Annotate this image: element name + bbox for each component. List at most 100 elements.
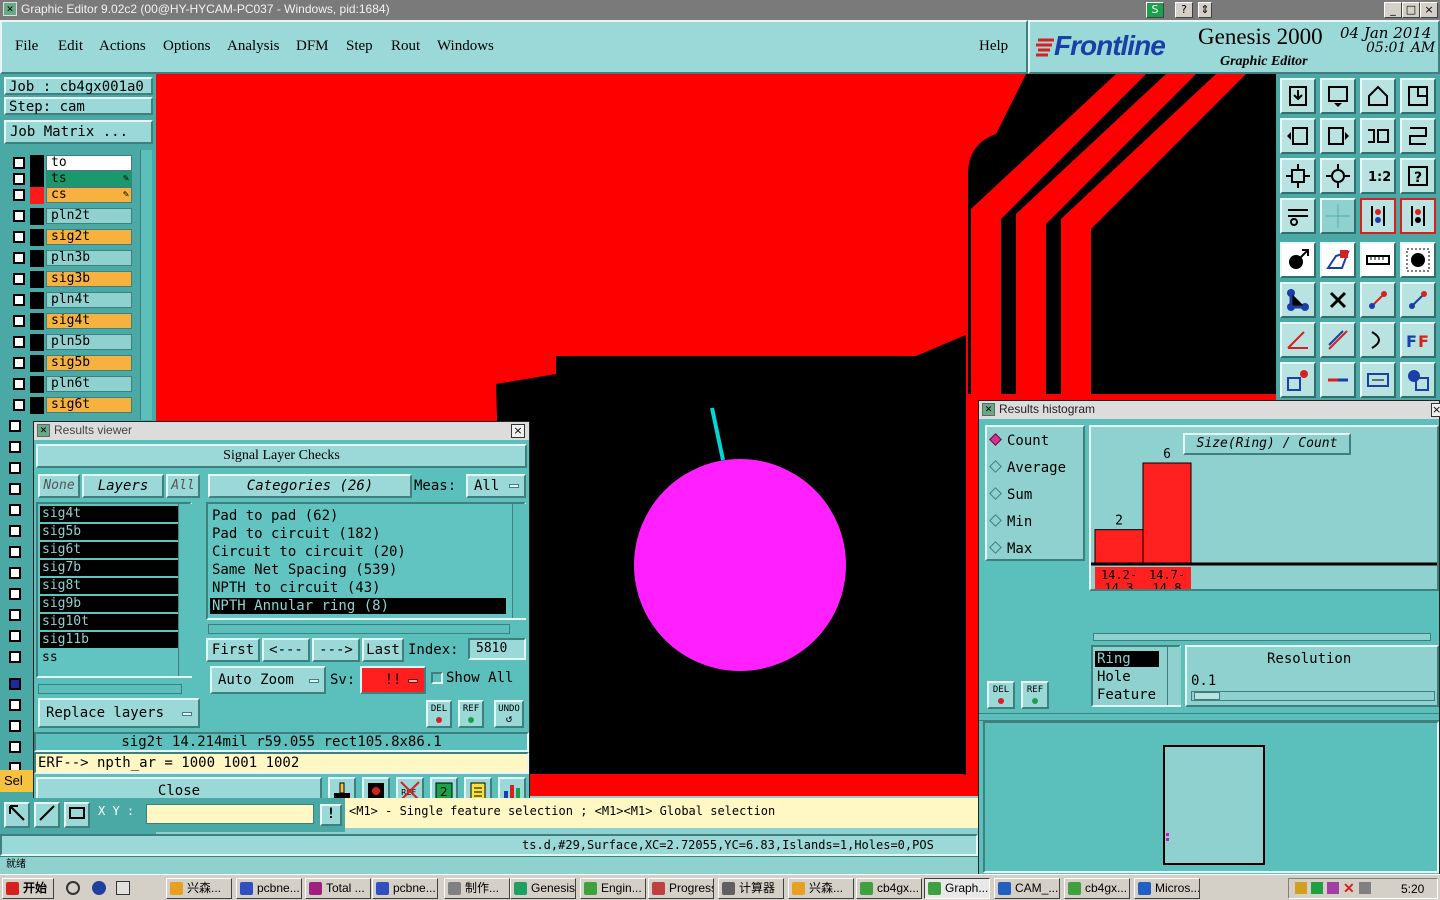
grid-icon[interactable]	[1320, 198, 1356, 234]
zoom-house-icon[interactable]	[1360, 78, 1396, 114]
taskbar-item[interactable]: 计算器	[718, 878, 784, 899]
close-window-button[interactable]: ×	[1420, 2, 1438, 18]
index-input[interactable]: 5810	[468, 638, 526, 660]
menu-analysis[interactable]: Analysis	[227, 38, 280, 55]
menu-actions[interactable]: Actions	[99, 38, 146, 55]
tray-app-icon[interactable]	[1311, 882, 1323, 894]
layer-checkbox[interactable]	[6, 459, 24, 477]
dimension-icon[interactable]	[1360, 362, 1396, 398]
taskbar-item[interactable]: 兴森...	[166, 878, 232, 899]
select-arrow-icon[interactable]	[4, 802, 30, 828]
zoom-home-icon[interactable]	[1280, 78, 1316, 114]
snap-red-icon[interactable]	[1360, 198, 1396, 234]
layers-tab-button[interactable]: Layers	[82, 474, 164, 498]
layer-checkbox[interactable]	[6, 738, 24, 756]
clock-icon[interactable]	[66, 881, 80, 895]
measure-hole-item[interactable]: Hole	[1095, 669, 1159, 685]
layer-checkbox[interactable]	[6, 480, 24, 498]
job-matrix-button[interactable]: Job Matrix ...	[4, 120, 153, 144]
layer-checkbox-active[interactable]	[6, 675, 24, 693]
mode-count-radio[interactable]: Count	[989, 433, 1049, 449]
net-connect-icon[interactable]	[1280, 282, 1316, 318]
taskbar-item[interactable]: cb4gx...	[1064, 878, 1130, 899]
tray-x-icon[interactable]: ✕	[1343, 880, 1355, 897]
sel-tab[interactable]: Sel	[0, 770, 34, 792]
layer-checkbox[interactable]	[6, 522, 24, 540]
layer-row-sig4t[interactable]: sig4t	[10, 313, 132, 330]
undo-button[interactable]: UNDO ↺	[494, 700, 524, 728]
layer-row-to[interactable]: to	[10, 155, 132, 172]
pan-right-icon[interactable]	[1320, 118, 1356, 154]
pad-select-icon[interactable]	[1280, 362, 1316, 398]
category-item[interactable]: Pad to circuit (182)	[210, 526, 506, 542]
replace-layers-dropdown[interactable]: Replace layers	[38, 698, 200, 728]
menu-step[interactable]: Step	[346, 38, 373, 55]
menu-edit[interactable]: Edit	[58, 38, 83, 55]
menu-dfm[interactable]: DFM	[296, 38, 329, 55]
cross-icon[interactable]	[1320, 282, 1356, 318]
list-item[interactable]: sig8t	[40, 578, 178, 594]
grid-tool-icon[interactable]	[64, 802, 90, 828]
taskbar-item[interactable]: pcbne...	[236, 878, 302, 899]
taskbar-item[interactable]: Progress	[648, 878, 714, 899]
menu-windows[interactable]: Windows	[437, 38, 494, 55]
line-points-alt-icon[interactable]	[1400, 282, 1436, 318]
layer-row-pln5b[interactable]: pln5b	[10, 334, 132, 351]
redraw-icon[interactable]	[1400, 118, 1436, 154]
pan-left-icon[interactable]	[1280, 118, 1316, 154]
pane-divider[interactable]	[979, 713, 1439, 721]
xy-input[interactable]	[146, 804, 314, 824]
list-item[interactable]: ss	[40, 650, 178, 666]
measure-feature-item[interactable]: Feature	[1095, 687, 1159, 703]
edit-tool-icon[interactable]	[34, 802, 60, 828]
select-point-icon[interactable]	[1280, 242, 1316, 278]
taskbar-item[interactable]: Total ...	[305, 878, 371, 899]
category-item[interactable]: Pad to pad (62)	[210, 508, 506, 524]
severity-dropdown[interactable]: !!	[360, 666, 426, 694]
tray-app-icon[interactable]	[1327, 882, 1339, 894]
taskbar-item[interactable]: Graph...	[924, 878, 990, 899]
measure-ring-item[interactable]: Ring	[1095, 651, 1159, 667]
tray-app-icon[interactable]	[1359, 882, 1371, 894]
histogram-ref-button[interactable]: REF	[1021, 681, 1049, 709]
measure-scrollbar[interactable]	[1167, 647, 1181, 705]
menu-options[interactable]: Options	[163, 38, 211, 55]
shapes-icon[interactable]	[1400, 362, 1436, 398]
category-item[interactable]: Same Net Spacing (539)	[210, 562, 506, 578]
menu-rout[interactable]: Rout	[391, 38, 420, 55]
minimize-button[interactable]: _	[1384, 2, 1402, 18]
taskbar-item[interactable]: 制作...	[444, 878, 510, 899]
layer-row-sig6t[interactable]: sig6t	[10, 397, 132, 414]
window-title-bar[interactable]: ✕ Graphic Editor 9.02c2 (00@HY-HYCAM-PC03…	[0, 0, 1440, 20]
layer-list-scrollbar[interactable]	[140, 150, 152, 420]
angle-icon[interactable]	[1280, 322, 1316, 358]
layer-row-ts[interactable]: ts ✎	[10, 171, 132, 188]
desktop-icon[interactable]	[116, 881, 130, 895]
alert-icon[interactable]: !	[320, 804, 342, 826]
tray-app-icon[interactable]	[1295, 882, 1307, 894]
taskbar-item[interactable]: CAM_...	[994, 878, 1060, 899]
histogram-bar[interactable]	[1142, 462, 1192, 564]
taskbar-item[interactable]: Micros...	[1134, 878, 1200, 899]
mirror-f-icon[interactable]: FF	[1400, 322, 1436, 358]
histogram-hscrollbar[interactable]	[1093, 633, 1431, 641]
layer-checkbox[interactable]	[6, 501, 24, 519]
layers-all-button[interactable]: All	[166, 474, 200, 498]
list-item[interactable]: sig10t	[40, 614, 178, 630]
start-button[interactable]: 开始	[2, 878, 54, 899]
layer-checkbox[interactable]	[6, 417, 24, 435]
auto-zoom-dropdown[interactable]: Auto Zoom	[210, 666, 326, 694]
list-item[interactable]: sig4t	[40, 506, 178, 522]
category-item[interactable]: Circuit to circuit (20)	[210, 544, 506, 560]
layer-checkbox[interactable]	[6, 438, 24, 456]
layer-checkbox[interactable]	[6, 606, 24, 624]
mode-average-radio[interactable]: Average	[989, 460, 1066, 476]
pan-down-icon[interactable]	[1320, 78, 1356, 114]
taskbar-item[interactable]: cb4gx...	[856, 878, 922, 899]
menu-help[interactable]: Help	[979, 38, 1008, 55]
layers-none-button[interactable]: None	[38, 474, 80, 498]
layer-checkbox[interactable]	[6, 627, 24, 645]
mode-max-radio[interactable]: Max	[989, 541, 1032, 557]
mode-min-radio[interactable]: Min	[989, 514, 1032, 530]
layer-checkbox[interactable]	[6, 648, 24, 666]
